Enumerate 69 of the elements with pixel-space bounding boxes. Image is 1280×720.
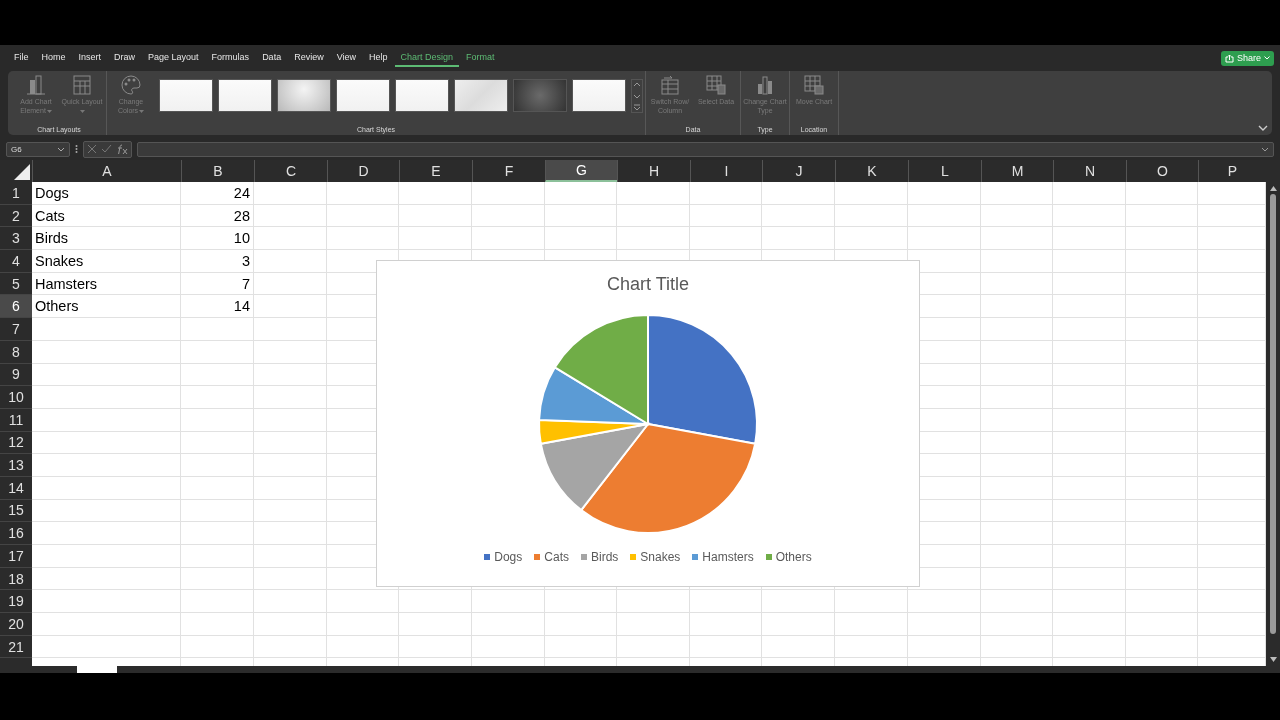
- table-cell: 7: [181, 272, 254, 296]
- ribbon-tab[interactable]: Review: [288, 49, 330, 67]
- table-cell: Cats: [32, 204, 181, 228]
- row-header[interactable]: 1: [0, 182, 32, 205]
- column-header[interactable]: I: [690, 160, 762, 182]
- legend-label: Dogs: [494, 550, 523, 564]
- ribbon-tab[interactable]: Home: [35, 49, 72, 67]
- chart-area[interactable]: Chart Title Dogs Cats Birds Snakes Hamsters Others: [376, 260, 920, 587]
- column-header[interactable]: G: [545, 160, 617, 182]
- table-cell: Dogs: [32, 182, 181, 205]
- legend-label: Birds: [591, 550, 619, 564]
- row-header[interactable]: 14: [0, 476, 32, 500]
- row-header[interactable]: 18: [0, 567, 32, 591]
- legend-label: Snakes: [640, 550, 681, 564]
- ribbon-tab[interactable]: View: [330, 49, 362, 67]
- row-header[interactable]: 17: [0, 545, 32, 568]
- row-header[interactable]: 11: [0, 408, 32, 432]
- table-cell: 14: [181, 295, 254, 319]
- column-header[interactable]: M: [981, 160, 1053, 182]
- table-cell: Others: [32, 295, 181, 319]
- row-header[interactable]: 3: [0, 227, 32, 251]
- legend-label: Hamsters: [702, 550, 754, 564]
- table-cell: Birds: [32, 227, 181, 251]
- column-header[interactable]: E: [399, 160, 472, 182]
- ribbon-tab[interactable]: File: [8, 49, 35, 67]
- name-box[interactable]: G6: [6, 141, 70, 157]
- ribbon-tab[interactable]: Format: [460, 49, 501, 67]
- column-header[interactable]: B: [181, 160, 254, 182]
- column-header[interactable]: C: [254, 160, 327, 182]
- table-cell: 24: [181, 182, 254, 205]
- ribbon-tab[interactable]: Page Layout: [142, 49, 205, 67]
- ribbon-tab[interactable]: Draw: [108, 49, 142, 67]
- row-header[interactable]: 10: [0, 386, 32, 409]
- column-header[interactable]: J: [762, 160, 835, 182]
- row-header[interactable]: 6: [0, 295, 32, 319]
- row-header[interactable]: 9: [0, 363, 32, 387]
- column-header[interactable]: N: [1053, 160, 1126, 182]
- ribbon-tab[interactable]: Insert: [72, 49, 108, 67]
- row-header[interactable]: 20: [0, 613, 32, 636]
- legend-label: Others: [775, 550, 812, 564]
- row-header[interactable]: 4: [0, 250, 32, 273]
- column-header[interactable]: K: [835, 160, 908, 182]
- ribbon-tab[interactable]: Formulas: [205, 49, 256, 67]
- column-header[interactable]: A: [32, 160, 181, 182]
- column-header[interactable]: H: [617, 160, 690, 182]
- row-header[interactable]: 13: [0, 454, 32, 477]
- row-header[interactable]: 12: [0, 431, 32, 455]
- chart-title: Chart Title: [607, 274, 689, 295]
- row-header[interactable]: 5: [0, 272, 32, 296]
- column-header[interactable]: P: [1198, 160, 1266, 182]
- row-header[interactable]: 19: [0, 590, 32, 614]
- row-header[interactable]: 16: [0, 522, 32, 545]
- ribbon-tab[interactable]: Help: [363, 49, 394, 67]
- row-header[interactable]: 8: [0, 340, 32, 364]
- row-header[interactable]: 2: [0, 204, 32, 228]
- column-header[interactable]: D: [327, 160, 399, 182]
- table-cell: Snakes: [32, 250, 181, 273]
- column-header[interactable]: O: [1126, 160, 1198, 182]
- ribbon-tab[interactable]: Chart Design: [394, 49, 460, 67]
- row-header[interactable]: 21: [0, 635, 32, 659]
- column-header[interactable]: L: [908, 160, 981, 182]
- row-header[interactable]: 15: [0, 499, 32, 523]
- row-header[interactable]: 7: [0, 318, 32, 341]
- table-cell: 10: [181, 227, 254, 251]
- table-cell: Hamsters: [32, 272, 181, 296]
- legend-label: Cats: [544, 550, 569, 564]
- ribbon-tab[interactable]: Data: [256, 49, 288, 67]
- table-cell: 3: [181, 250, 254, 273]
- table-cell: 28: [181, 204, 254, 228]
